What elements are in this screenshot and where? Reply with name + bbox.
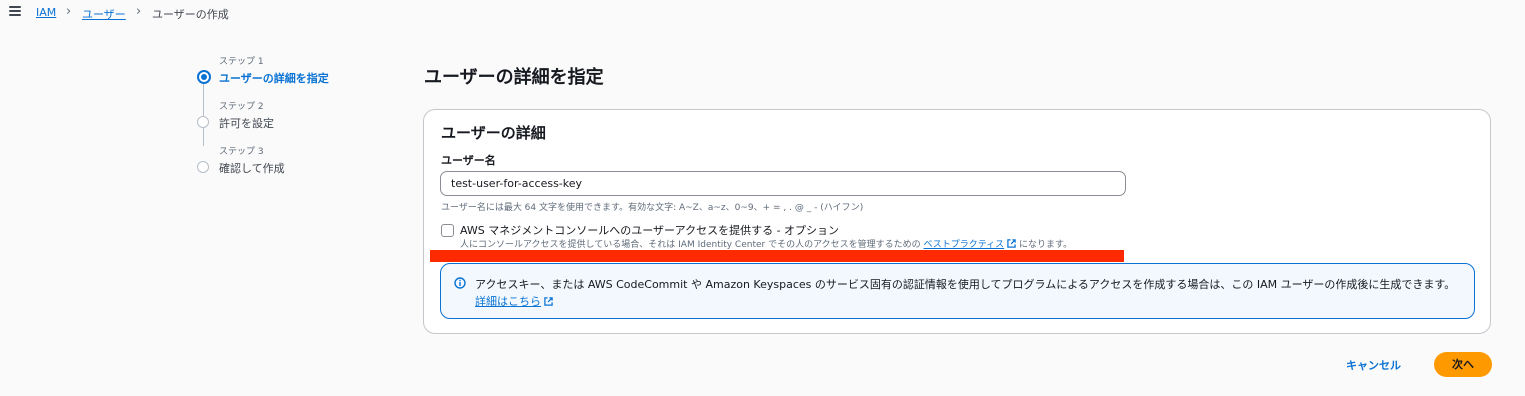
username-label: ユーザー名 — [441, 154, 496, 167]
menu-icon[interactable] — [9, 6, 21, 16]
step-label: ステップ 1 — [219, 57, 264, 67]
step-pending-indicator-icon — [197, 161, 209, 173]
next-button[interactable]: 次へ — [1434, 352, 1492, 377]
chevron-right-icon: › — [136, 4, 142, 19]
username-input[interactable]: test-user-for-access-key — [440, 171, 1126, 196]
description-suffix: になります。 — [1019, 240, 1073, 250]
breadcrumb-iam[interactable]: IAM — [36, 6, 56, 19]
top-navigation: IAM › ユーザー › ユーザーの作成 — [0, 0, 1525, 30]
panel-title: ユーザーの詳細 — [441, 124, 546, 142]
chevron-right-icon: › — [66, 4, 72, 19]
cancel-button[interactable]: キャンセル — [1346, 357, 1401, 373]
breadcrumb-users[interactable]: ユーザー — [82, 6, 126, 22]
console-access-label[interactable]: AWS マネジメントコンソールへのユーザーアクセスを提供する - オプション — [460, 222, 839, 238]
step-label: ステップ 2 — [219, 102, 264, 112]
step-pending-indicator-icon — [197, 116, 209, 128]
description-text: 人にコンソールアクセスを提供している場合、それは IAM Identity Ce… — [460, 240, 921, 250]
step-title[interactable]: 確認して作成 — [219, 160, 285, 176]
console-access-description: 人にコンソールアクセスを提供している場合、それは IAM Identity Ce… — [460, 237, 1072, 250]
breadcrumb-current: ユーザーの作成 — [152, 8, 229, 21]
step-connector — [203, 74, 204, 146]
info-text: アクセスキー、または AWS CodeCommit や Amazon Keysp… — [475, 278, 1456, 291]
info-icon — [454, 277, 466, 289]
external-link-icon[interactable] — [1007, 239, 1016, 248]
console-access-checkbox[interactable] — [441, 224, 454, 237]
user-details-panel: ユーザーの詳細 ユーザー名 test-user-for-access-key ユ… — [423, 109, 1491, 334]
learn-more-link[interactable]: 詳細はこちら — [475, 293, 553, 309]
step-label: ステップ 3 — [219, 147, 264, 157]
best-practices-link[interactable]: ベストプラクティス — [924, 240, 1005, 250]
learn-more-label[interactable]: 詳細はこちら — [475, 295, 541, 308]
step-title: ユーザーの詳細を指定 — [219, 72, 329, 85]
step-title[interactable]: 許可を設定 — [219, 115, 274, 131]
step-active-indicator-icon — [197, 70, 211, 84]
external-link-icon[interactable] — [544, 297, 553, 306]
info-alert: アクセスキー、または AWS CodeCommit や Amazon Keysp… — [440, 263, 1475, 319]
page-title: ユーザーの詳細を指定 — [424, 67, 604, 88]
redaction-mark — [430, 250, 1124, 262]
username-constraint: ユーザー名には最大 64 文字を使用できます。有効な文字: A~Z、a~z、0~… — [441, 203, 864, 213]
